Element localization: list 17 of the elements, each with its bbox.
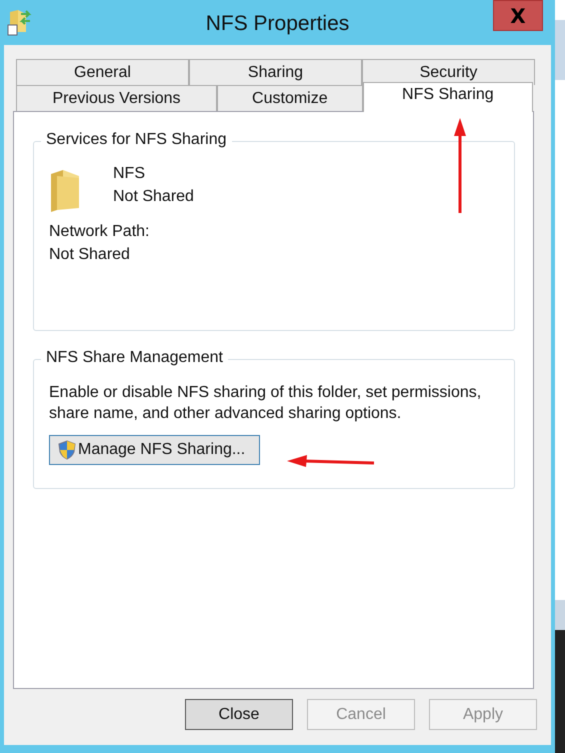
group-title: NFS Share Management [41,349,228,367]
group-title: Services for NFS Sharing [41,131,232,149]
tab[interactable]: General [16,59,189,85]
tab[interactable]: Customize [217,85,363,111]
shield-icon [58,440,76,460]
folder-name: NFS [113,164,146,184]
description-text: Enable or disable NFS sharing of this folder, set permissions, share name, and other advanced sharing options. [49,383,482,424]
path-label: Network Path: [49,222,150,242]
dialog-button[interactable]: Close [185,699,293,730]
manage-button[interactable]: Manage NFS Sharing... [49,435,260,465]
tab[interactable]: NFS Sharing [362,82,533,112]
tab[interactable]: Sharing [189,59,362,85]
share-status: Not Shared [113,187,194,207]
tab[interactable]: Previous Versions [16,85,218,111]
path-value: Not Shared [49,245,131,265]
window-close-button[interactable]: X [493,0,543,31]
window-title: NFS Properties [206,10,350,36]
